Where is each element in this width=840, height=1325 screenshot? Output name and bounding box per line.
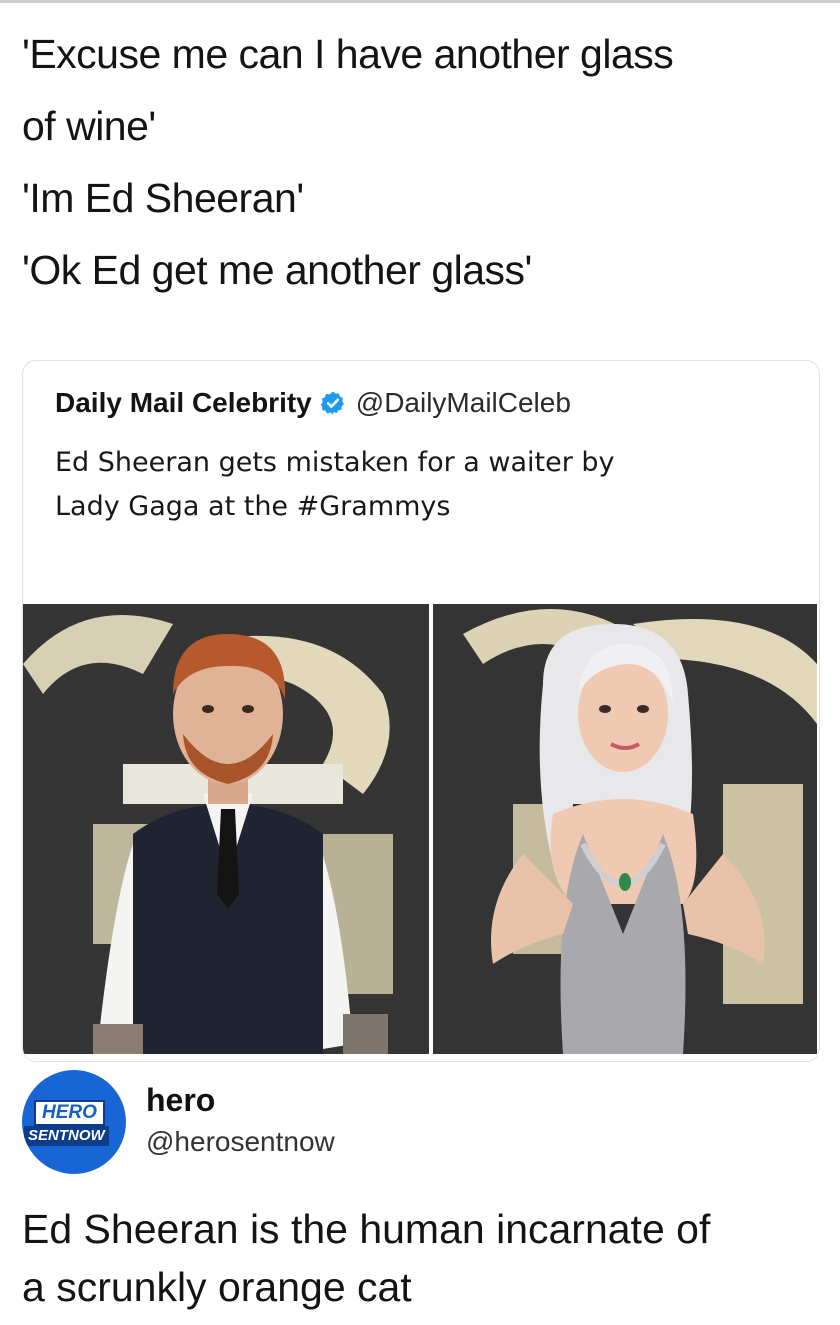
quoted-author-handle[interactable]: @DailyMailCeleb <box>356 387 571 419</box>
quoted-text-line: Lady Gaga at the #Grammys <box>55 491 451 522</box>
meme-caption: 'Excuse me can I have another glass of w… <box>22 18 822 306</box>
quoted-tweet-card[interactable]: Daily Mail Celebrity @DailyMailCeleb Ed … <box>22 360 820 1062</box>
tweet-text-line: Ed Sheeran is the human incarnate of <box>22 1206 711 1252</box>
tweet-header: HERO SENTNOW hero @herosentnow <box>22 1068 622 1178</box>
caption-line: of wine' <box>22 103 156 149</box>
quoted-tweet-photos <box>23 604 819 1061</box>
author-handle[interactable]: @herosentnow <box>146 1126 335 1158</box>
ed-sheeran-photo[interactable] <box>23 604 429 1054</box>
caption-line: 'Excuse me can I have another glass <box>22 31 674 77</box>
quoted-tweet-header: Daily Mail Celebrity @DailyMailCeleb <box>55 383 571 423</box>
author-name[interactable]: hero <box>146 1082 215 1119</box>
avatar[interactable]: HERO SENTNOW <box>22 1070 126 1174</box>
quoted-text-line: Ed Sheeran gets mistaken for a waiter by <box>55 447 615 478</box>
avatar-logo-text: SENTNOW <box>24 1126 109 1146</box>
tweet-text: Ed Sheeran is the human incarnate of a s… <box>22 1200 822 1316</box>
quoted-tweet-text: Ed Sheeran gets mistaken for a waiter by… <box>55 441 775 529</box>
verified-badge-icon <box>320 391 344 415</box>
caption-line: 'Im Ed Sheeran' <box>22 175 304 221</box>
top-divider <box>0 0 840 3</box>
lady-gaga-photo[interactable] <box>433 604 817 1054</box>
caption-line: 'Ok Ed get me another glass' <box>22 247 532 293</box>
avatar-logo-text: HERO <box>34 1100 105 1126</box>
tweet-text-line: a scrunkly orange cat <box>22 1264 412 1310</box>
quoted-author-name[interactable]: Daily Mail Celebrity <box>55 387 312 419</box>
